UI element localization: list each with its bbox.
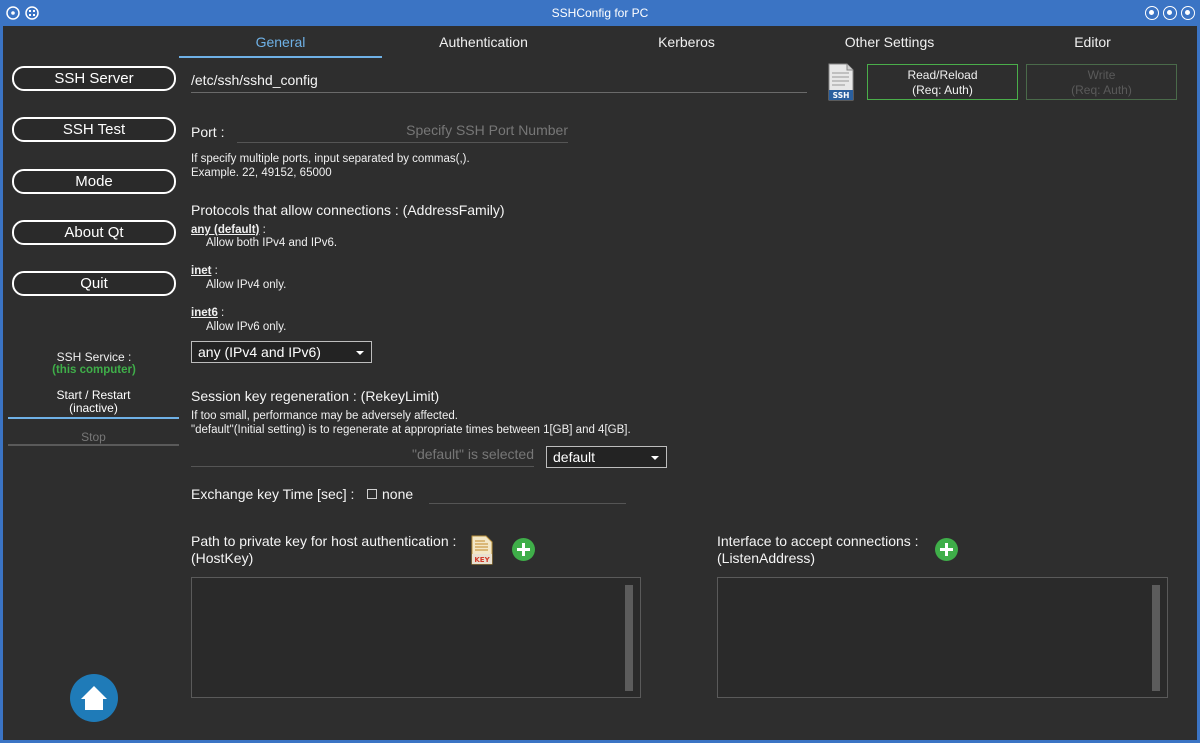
add-hostkey-button[interactable] bbox=[512, 538, 535, 561]
read-reload-button[interactable]: Read/Reload (Req: Auth) bbox=[867, 64, 1018, 100]
rekey-help-1: If too small, performance may be adverse… bbox=[191, 410, 458, 422]
hostkey-label: Path to private key for host authenticat… bbox=[191, 533, 457, 549]
start-restart-button[interactable]: Start / Restart (inactive) bbox=[8, 389, 179, 419]
hostkey-list-scrollbar[interactable] bbox=[625, 585, 633, 691]
exchange-key-input[interactable] bbox=[429, 503, 626, 504]
address-family-value: any (IPv4 and IPv6) bbox=[198, 344, 321, 360]
mode-button[interactable]: Mode bbox=[12, 169, 176, 194]
ssh-test-button[interactable]: SSH Test bbox=[12, 117, 176, 142]
protocol-any-desc: Allow both IPv4 and IPv6. bbox=[206, 237, 338, 249]
ssh-server-button[interactable]: SSH Server bbox=[12, 66, 176, 91]
rekey-select[interactable]: default bbox=[546, 446, 667, 468]
address-family-select[interactable]: any (IPv4 and IPv6) bbox=[191, 341, 372, 363]
rekey-select-value: default bbox=[553, 449, 596, 465]
protocol-inet6-name: inet6 bbox=[191, 307, 218, 319]
port-help-1: If specify multiple ports, input separat… bbox=[191, 153, 470, 165]
svg-text:SSH: SSH bbox=[833, 91, 850, 100]
port-input[interactable]: Specify SSH Port Number bbox=[237, 122, 568, 138]
tab-editor[interactable]: Editor bbox=[991, 34, 1194, 58]
port-help-2: Example. 22, 49152, 65000 bbox=[191, 167, 332, 179]
home-icon bbox=[81, 686, 107, 710]
stop-label: Stop bbox=[81, 430, 106, 444]
exchange-key-label: Exchange key Time [sec] : bbox=[191, 486, 355, 502]
none-checkbox-label: none bbox=[382, 486, 414, 502]
quit-button[interactable]: Quit bbox=[12, 271, 176, 296]
chevron-down-icon bbox=[356, 351, 364, 355]
minimize-button[interactable] bbox=[1145, 6, 1159, 20]
close-button[interactable] bbox=[1181, 6, 1195, 20]
protocol-any-name: any (default) bbox=[191, 224, 260, 236]
rekey-heading: Session key regeneration : (RekeyLimit) bbox=[191, 388, 440, 404]
protocol-inet-name: inet bbox=[191, 265, 212, 277]
read-reload-sub: (Req: Auth) bbox=[912, 83, 973, 97]
add-listen-address-button[interactable] bbox=[935, 538, 958, 561]
rekey-input-underline bbox=[191, 466, 534, 467]
tab-authentication[interactable]: Authentication bbox=[382, 34, 585, 58]
ssh-service-label: SSH Service : bbox=[56, 350, 132, 364]
key-file-icon[interactable]: KEY bbox=[471, 535, 493, 565]
hostkey-list[interactable] bbox=[191, 577, 641, 698]
tab-other-settings[interactable]: Other Settings bbox=[788, 34, 991, 58]
maximize-button[interactable] bbox=[1163, 6, 1177, 20]
listen-sub-label: (ListenAddress) bbox=[717, 550, 816, 566]
rekey-input[interactable]: "default" is selected bbox=[191, 446, 534, 462]
title-bar: SSHConfig for PC bbox=[0, 0, 1200, 26]
about-qt-button[interactable]: About Qt bbox=[12, 220, 176, 245]
start-restart-label: Start / Restart bbox=[56, 388, 131, 402]
chevron-down-icon bbox=[651, 456, 659, 460]
read-reload-label: Read/Reload bbox=[907, 68, 978, 82]
tab-general[interactable]: General bbox=[179, 34, 382, 58]
protocol-inet: inet : bbox=[191, 265, 218, 277]
this-computer-label: (this computer) bbox=[52, 364, 136, 376]
protocol-inet6-desc: Allow IPv6 only. bbox=[206, 321, 287, 333]
service-status: (inactive) bbox=[69, 401, 118, 415]
port-label: Port : bbox=[191, 124, 225, 140]
svg-text:KEY: KEY bbox=[474, 556, 490, 564]
ssh-file-icon[interactable]: SSH bbox=[827, 63, 855, 101]
tab-kerberos[interactable]: Kerberos bbox=[585, 34, 788, 58]
none-checkbox[interactable] bbox=[367, 489, 377, 499]
protocol-inet6: inet6 : bbox=[191, 307, 225, 319]
protocols-heading: Protocols that allow connections : (Addr… bbox=[191, 202, 505, 218]
protocol-any: any (default) : bbox=[191, 224, 266, 236]
write-sub: (Req: Auth) bbox=[1071, 83, 1132, 97]
write-label: Write bbox=[1087, 68, 1116, 82]
write-button[interactable]: Write (Req: Auth) bbox=[1026, 64, 1177, 100]
listen-list-scrollbar[interactable] bbox=[1152, 585, 1160, 691]
listen-label: Interface to accept connections : bbox=[717, 533, 919, 549]
config-path-field[interactable]: /etc/ssh/sshd_config bbox=[191, 72, 318, 88]
protocol-inet-desc: Allow IPv4 only. bbox=[206, 279, 287, 291]
hostkey-sub-label: (HostKey) bbox=[191, 550, 254, 566]
stop-button[interactable]: Stop bbox=[8, 430, 179, 446]
port-input-underline bbox=[237, 142, 568, 143]
window-title: SSHConfig for PC bbox=[551, 6, 649, 20]
home-button[interactable] bbox=[70, 674, 118, 722]
config-path-underline bbox=[191, 92, 807, 93]
listen-address-list[interactable] bbox=[717, 577, 1168, 698]
rekey-help-2: "default"(Initial setting) is to regener… bbox=[191, 424, 631, 436]
